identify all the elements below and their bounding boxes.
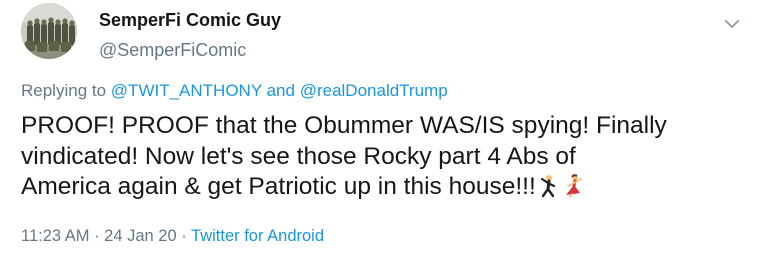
avatar-photo [21,3,77,59]
tweet-text-line: vindicated! Now let's see those Rocky pa… [21,142,576,170]
man-dancing-icon [538,174,560,207]
display-name[interactable]: SemperFi Comic Guy [99,9,281,31]
tweet-text: PROOF! PROOF that the Obummer WAS/IS spy… [21,111,741,207]
tweet-text-line: PROOF! PROOF that the Obummer WAS/IS spy… [21,112,667,139]
avatar[interactable] [21,3,77,59]
replying-to-label: Replying to [21,81,107,100]
meta-separator: · [89,227,105,245]
tweet-text-line-last: America again & get Patriotic up in this… [21,172,741,207]
user-block[interactable]: SemperFi Comic Guy @SemperFiComic [99,9,281,61]
meta-separator: · [176,227,192,245]
tweet: SemperFi Comic Guy @SemperFiComic Replyi… [0,0,759,255]
mention-link[interactable]: @TWIT_ANTHONY [111,81,262,100]
date[interactable]: 24 Jan 20 [104,227,176,245]
timestamp[interactable]: 11:23 AM [21,227,90,245]
user-handle[interactable]: @SemperFiComic [99,39,281,61]
source-link[interactable]: Twitter for Android [191,227,324,245]
and-label[interactable]: and [267,81,295,100]
woman-dancing-icon [562,174,586,207]
chevron-down-icon[interactable] [722,14,742,34]
tweet-meta: 11:23 AM · 24 Jan 20 · Twitter for Andro… [21,225,324,247]
mention-link[interactable]: @realDonaldTrump [300,81,448,100]
replying-to: Replying to @TWIT_ANTHONY and @realDonal… [21,80,448,102]
tweet-text-line: America again & get Patriotic up in this… [21,173,536,200]
